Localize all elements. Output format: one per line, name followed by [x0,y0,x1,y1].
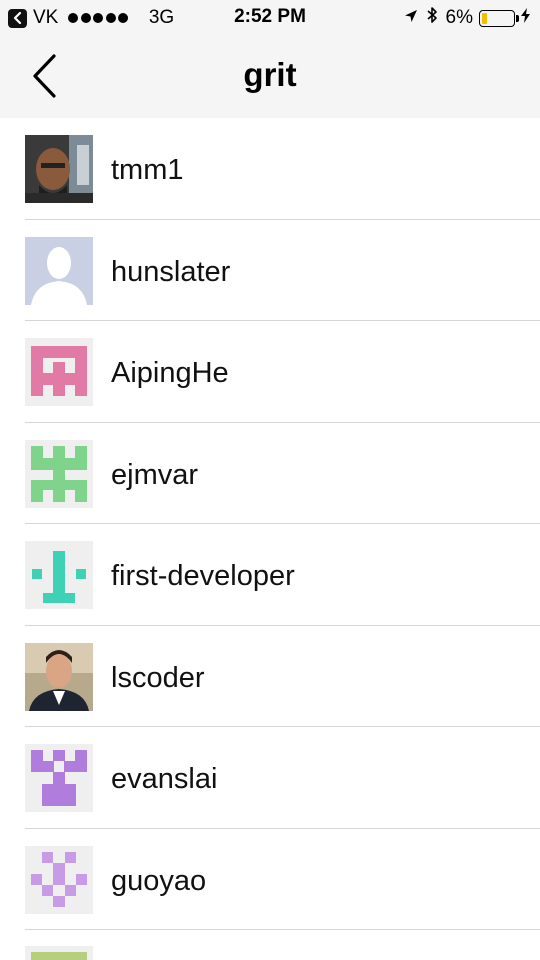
battery-percent: 6% [445,7,473,28]
partial-avatar-fill [31,952,87,960]
location-arrow-icon [404,7,418,29]
avatar [25,439,93,508]
charging-bolt-icon [521,7,530,29]
list-item[interactable]: guoyao [0,829,540,931]
username: lscoder [111,661,205,694]
username: first-developer [111,560,295,592]
list-item[interactable]: tmm1 [0,118,540,220]
username: guoyao [111,864,207,897]
battery-level-fill [482,12,487,24]
avatar [25,946,93,960]
battery-icon [479,9,519,27]
user-list: tmm1 hunslater AipingHe ejmvar first-dev… [0,118,540,960]
avatar [25,744,93,812]
avatar [25,236,93,305]
list-item[interactable]: evanslai [0,727,540,829]
username: ejmvar [111,458,199,491]
username: hunslater [111,255,231,288]
username: evanslai [111,763,218,795]
list-item[interactable]: hunslater [0,220,540,322]
list-item[interactable]: first-developer [0,524,540,626]
username: AipingHe [111,357,229,389]
list-item[interactable]: AipingHe [0,321,540,423]
avatar [25,541,93,609]
avatar [25,135,93,203]
page-title: grit [243,56,297,93]
bluetooth-icon [426,6,438,30]
avatar [25,642,93,711]
status-right: 6% [396,6,530,30]
avatar [25,338,93,406]
username: tmm1 [111,154,184,186]
list-item[interactable]: lscoder [0,626,540,728]
status-bar: VK 3G 2:52 PM 6% [0,0,540,34]
list-item[interactable]: ejmvar [0,423,540,525]
avatar [25,845,93,914]
navigation-bar: grit [0,34,540,118]
